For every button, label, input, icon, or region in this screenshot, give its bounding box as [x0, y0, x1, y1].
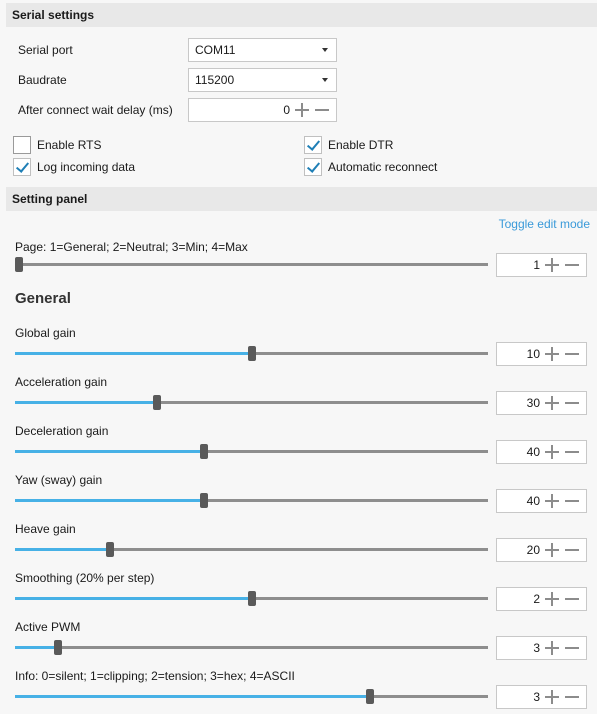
increment-icon[interactable] — [544, 542, 560, 558]
slider-track[interactable] — [15, 640, 488, 655]
connect-delay-label: After connect wait delay (ms) — [18, 103, 173, 117]
enable-rts-checkbox[interactable] — [13, 136, 31, 154]
slider-track[interactable] — [15, 395, 488, 410]
enable-rts-label: Enable RTS — [37, 138, 102, 152]
stepper-value[interactable]: 40 — [527, 441, 540, 463]
slider-fill — [15, 401, 157, 404]
slider-thumb[interactable] — [152, 395, 161, 410]
stepper-value[interactable]: 30 — [527, 392, 540, 414]
decrement-icon[interactable] — [564, 640, 580, 656]
decrement-icon[interactable] — [564, 591, 580, 607]
increment-icon[interactable] — [544, 493, 560, 509]
increment-icon[interactable] — [294, 102, 310, 118]
value-stepper[interactable]: 40 — [496, 440, 587, 464]
toggle-edit-mode-link[interactable]: Toggle edit mode — [499, 217, 590, 231]
increment-icon[interactable] — [544, 591, 560, 607]
slider-thumb[interactable] — [247, 346, 256, 361]
slider-label: Heave gain — [15, 522, 76, 536]
increment-icon[interactable] — [544, 444, 560, 460]
page-stepper[interactable]: 1 — [496, 253, 587, 277]
decrement-icon[interactable] — [564, 689, 580, 705]
serial-port-label: Serial port — [18, 43, 73, 57]
value-stepper[interactable]: 30 — [496, 391, 587, 415]
setting-panel-header: Setting panel — [6, 187, 597, 211]
slider-track[interactable] — [15, 444, 488, 459]
value-stepper[interactable]: 3 — [496, 636, 587, 660]
chevron-down-icon — [322, 78, 328, 82]
slider-label: Active PWM — [15, 620, 81, 634]
slider-label: Deceleration gain — [15, 424, 109, 438]
slider-track[interactable] — [15, 346, 488, 361]
value-stepper[interactable]: 20 — [496, 538, 587, 562]
serial-port-value: COM11 — [195, 43, 236, 57]
baudrate-label: Baudrate — [18, 73, 67, 87]
slider-label: Yaw (sway) gain — [15, 473, 103, 487]
slider-fill — [15, 695, 370, 698]
decrement-icon[interactable] — [564, 395, 580, 411]
slider-thumb[interactable] — [105, 542, 114, 557]
connect-delay-value[interactable]: 0 — [283, 99, 290, 121]
slider-track[interactable] — [15, 689, 488, 704]
value-stepper[interactable]: 10 — [496, 342, 587, 366]
slider-label: Global gain — [15, 326, 76, 340]
group-title: General — [15, 290, 71, 307]
log-incoming-checkbox[interactable] — [13, 158, 31, 176]
increment-icon[interactable] — [544, 257, 560, 273]
increment-icon[interactable] — [544, 689, 560, 705]
stepper-value[interactable]: 2 — [533, 588, 540, 610]
slider-fill — [15, 646, 58, 649]
slider-thumb[interactable] — [200, 444, 209, 459]
enable-dtr-checkbox[interactable] — [304, 136, 322, 154]
slider-label: Info: 0=silent; 1=clipping; 2=tension; 3… — [15, 669, 295, 683]
decrement-icon[interactable] — [314, 102, 330, 118]
decrement-icon[interactable] — [564, 444, 580, 460]
value-stepper[interactable]: 40 — [496, 489, 587, 513]
page-slider-label: Page: 1=General; 2=Neutral; 3=Min; 4=Max — [15, 240, 248, 254]
chevron-down-icon — [322, 48, 328, 52]
slider-track[interactable] — [15, 591, 488, 606]
stepper-value[interactable]: 10 — [527, 343, 540, 365]
increment-icon[interactable] — [544, 640, 560, 656]
log-incoming-label: Log incoming data — [37, 160, 136, 174]
baudrate-value: 115200 — [195, 73, 235, 87]
auto-reconnect-checkbox[interactable] — [304, 158, 322, 176]
slider-thumb[interactable] — [247, 591, 256, 606]
decrement-icon[interactable] — [564, 542, 580, 558]
slider-fill — [15, 450, 205, 453]
decrement-icon[interactable] — [564, 346, 580, 362]
increment-icon[interactable] — [544, 346, 560, 362]
serial-settings-header: Serial settings — [6, 3, 597, 27]
stepper-value[interactable]: 3 — [533, 686, 540, 708]
slider-fill — [15, 548, 110, 551]
serial-port-select[interactable]: COM11 — [188, 38, 337, 62]
value-stepper[interactable]: 3 — [496, 685, 587, 709]
baudrate-select[interactable]: 115200 — [188, 68, 337, 92]
slider-track[interactable] — [15, 493, 488, 508]
page-slider[interactable] — [15, 257, 488, 272]
stepper-value[interactable]: 20 — [527, 539, 540, 561]
increment-icon[interactable] — [544, 395, 560, 411]
auto-reconnect-label: Automatic reconnect — [328, 160, 438, 174]
slider-label: Smoothing (20% per step) — [15, 571, 155, 585]
slider-fill — [15, 352, 252, 355]
page-slider-thumb[interactable] — [15, 257, 23, 272]
slider-thumb[interactable] — [365, 689, 374, 704]
slider-thumb[interactable] — [53, 640, 62, 655]
slider-track[interactable] — [15, 542, 488, 557]
connect-delay-stepper[interactable]: 0 — [188, 98, 337, 122]
slider-fill — [15, 597, 252, 600]
decrement-icon[interactable] — [564, 257, 580, 273]
enable-dtr-label: Enable DTR — [328, 138, 394, 152]
decrement-icon[interactable] — [564, 493, 580, 509]
stepper-value[interactable]: 40 — [527, 490, 540, 512]
slider-fill — [15, 499, 205, 502]
value-stepper[interactable]: 2 — [496, 587, 587, 611]
slider-thumb[interactable] — [200, 493, 209, 508]
stepper-value[interactable]: 3 — [533, 637, 540, 659]
page-value[interactable]: 1 — [533, 254, 540, 276]
slider-label: Acceleration gain — [15, 375, 108, 389]
